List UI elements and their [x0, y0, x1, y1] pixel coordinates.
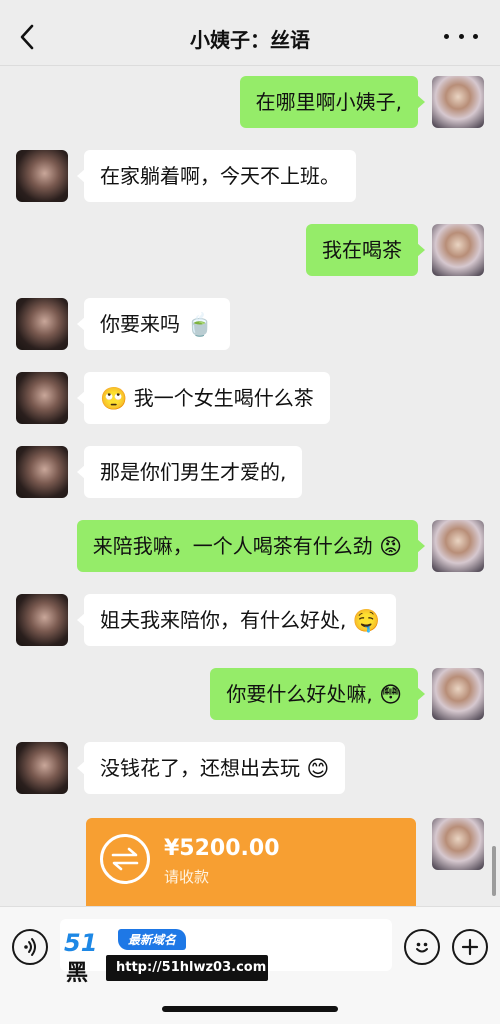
chat-title: 小姨子：丝语 [190, 28, 310, 52]
plus-icon [461, 938, 479, 956]
message-text: 在家躺着啊，今天不上班。 [100, 164, 340, 188]
more-dot [473, 33, 478, 39]
contact-avatar[interactable] [16, 742, 68, 794]
message-text: 在哪里啊小姨子, [255, 90, 402, 114]
voice-button[interactable] [12, 929, 48, 965]
message-bubble[interactable]: 在哪里啊小姨子, [239, 76, 426, 128]
eye-roll-emoji-icon: 🙄 [100, 386, 128, 412]
watermark-logo: 51 黑 [62, 929, 108, 986]
transfer-card[interactable]: ¥5200.00 请收款 [86, 818, 416, 916]
home-indicator[interactable] [162, 1006, 338, 1012]
contact-avatar[interactable] [16, 150, 68, 202]
my-avatar[interactable] [432, 818, 484, 870]
message-bubble[interactable]: 来陪我嘛，一个人喝茶有什么劲 😡 [76, 520, 426, 572]
my-avatar[interactable] [432, 520, 484, 572]
flushed-emoji-icon: 😳 [379, 682, 402, 708]
watermark-tag: 最新域名 [118, 929, 187, 950]
watermark-logo-number: 51 [64, 929, 98, 957]
message-text: 我一个女生喝什么茶 [133, 386, 314, 410]
more-button[interactable] [444, 24, 478, 48]
message-text: 姐夫我来陪你，有什么好处, [100, 608, 347, 632]
contact-avatar[interactable] [16, 372, 68, 424]
message-bubble[interactable]: 姐夫我来陪你，有什么好处, 🤤 [76, 594, 397, 646]
message-bubble[interactable]: 🙄 我一个女生喝什么茶 [77, 372, 330, 424]
message-text: 那是你们男生才爱的, [100, 460, 287, 484]
message-text: 来陪我嘛，一个人喝茶有什么劲 [92, 534, 373, 558]
plus-button[interactable] [452, 929, 488, 965]
more-dots-icon [444, 33, 449, 39]
emoji-icon [416, 942, 428, 953]
message-bubble[interactable]: 我在喝茶 [306, 224, 425, 276]
message-bubble[interactable]: 你要什么好处嘛, 😳 [210, 668, 425, 720]
contact-avatar[interactable] [16, 298, 68, 350]
message-bubble[interactable]: 没钱花了，还想出去玩 😊 [76, 742, 346, 794]
drooling-emoji-icon: 🤤 [352, 608, 381, 634]
message-bubble[interactable]: 那是你们男生才爱的, [76, 446, 303, 498]
emoji-button[interactable] [404, 929, 440, 965]
my-avatar[interactable] [432, 224, 484, 276]
smile-emoji-icon: 😊 [306, 756, 330, 782]
message-bubble[interactable]: 在家躺着啊，今天不上班。 [77, 150, 356, 202]
contact-avatar[interactable] [16, 446, 68, 498]
my-avatar[interactable] [432, 76, 484, 128]
watermark-logo-char: 黑 [66, 961, 89, 986]
voice-icon [24, 938, 36, 956]
message-text: 你要什么好处嘛, [226, 682, 373, 706]
angry-emoji-icon: 😡 [379, 534, 402, 560]
transfer-status: 请收款 [164, 868, 210, 886]
chat-header: 小姨子：丝语 [0, 0, 500, 66]
message-text: 没钱花了，还想出去玩 [100, 756, 300, 780]
message-text: 我在喝茶 [322, 238, 402, 262]
contact-avatar[interactable] [16, 594, 68, 646]
scrollbar[interactable] [492, 846, 496, 896]
transfer-arrows-icon [100, 834, 150, 884]
watermark-url: http://51hlwz03.com [106, 955, 268, 981]
watermark: 51 黑 最新域名 http://51hlwz03.com [62, 925, 268, 989]
my-avatar[interactable] [432, 668, 484, 720]
transfer-amount: ¥5200.00 [164, 836, 280, 861]
more-dot [458, 33, 464, 39]
message-bubble[interactable]: 你要来吗 🍵 [77, 298, 230, 350]
tea-icon: 🍵 [186, 312, 214, 338]
message-text: 你要来吗 [100, 312, 180, 336]
